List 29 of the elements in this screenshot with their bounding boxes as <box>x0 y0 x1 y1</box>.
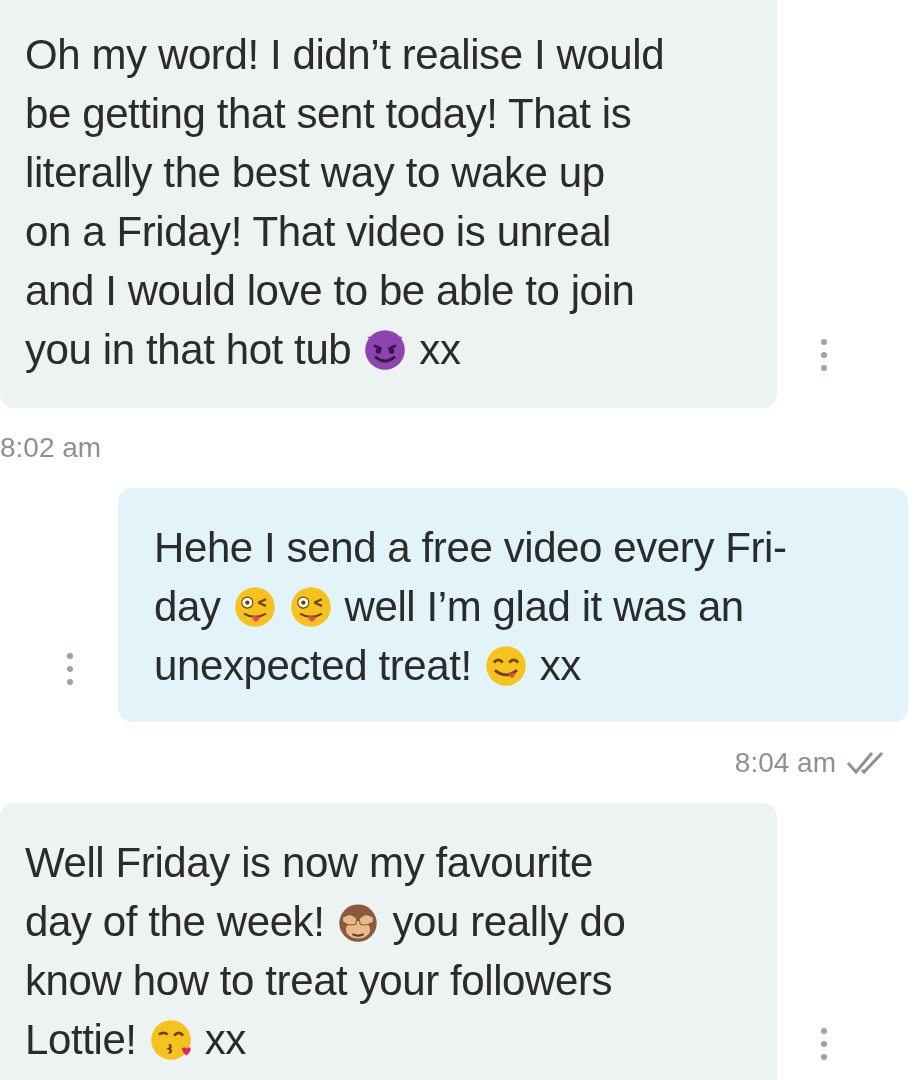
winking-tongue-face-icon <box>232 584 277 629</box>
message-text: Well Friday is now my favourite <box>25 838 593 888</box>
smiling-tongue-face-icon <box>483 643 528 688</box>
message-text: xx <box>204 1015 246 1065</box>
winking-tongue-face-icon <box>288 584 333 629</box>
message-time: 8:04 am <box>734 746 836 780</box>
more-options-icon[interactable] <box>66 652 74 686</box>
message-text: Oh my word! I didn’t realise I would <box>25 30 665 80</box>
message-text: Lottie! <box>25 1015 137 1065</box>
message-text: well I’m glad it was an <box>344 582 744 632</box>
message-text: know how to treat your followers <box>25 956 613 1006</box>
message-text: on a Friday! That video is unreal <box>25 207 612 257</box>
message-text: unexpected treat! <box>154 641 472 691</box>
more-options-icon[interactable] <box>820 338 828 372</box>
message-text: xx <box>539 641 581 691</box>
message-time: 8:02 am <box>0 431 102 465</box>
double-check-icon <box>846 750 886 776</box>
message-text: Hehe I send a free video every Fri- <box>154 523 787 573</box>
message-text: literally the best way to wake up <box>25 148 605 198</box>
message-text: you really do <box>392 897 626 947</box>
message-text: day of the week! <box>25 897 325 947</box>
message-text: xx <box>419 325 461 375</box>
kissing-face-icon <box>148 1017 193 1062</box>
devil-face-icon <box>363 327 408 372</box>
more-options-icon[interactable] <box>820 1027 828 1061</box>
message-text: and I would love to be able to join <box>25 266 635 316</box>
message-text: be getting that sent today! That is <box>25 89 632 139</box>
message-text: you in that hot tub <box>25 325 352 375</box>
message-text: day <box>154 582 221 632</box>
